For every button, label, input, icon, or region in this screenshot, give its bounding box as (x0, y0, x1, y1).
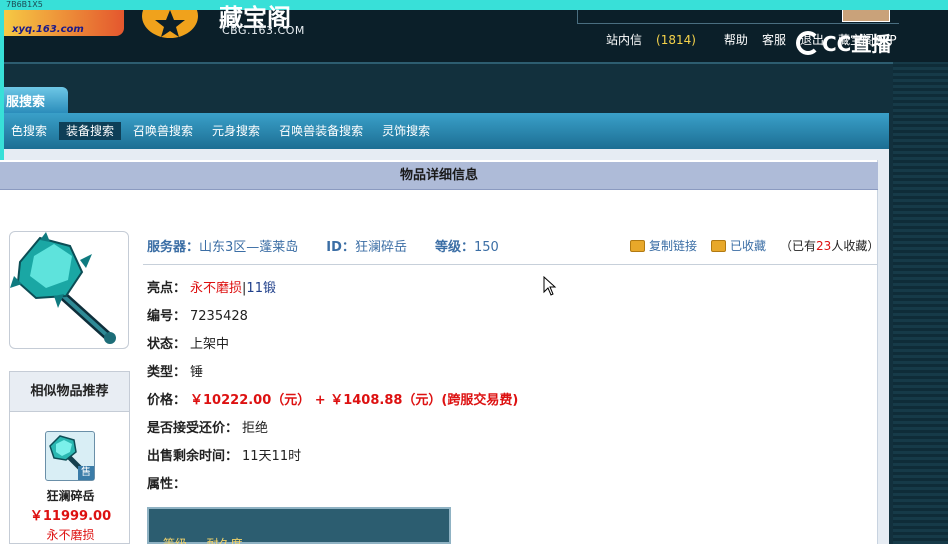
id-info: ID：狂澜碎岳 (326, 236, 407, 255)
subnav-item-role-search[interactable]: 色搜索 (4, 122, 54, 140)
id-value: 狂澜碎岳 (354, 240, 407, 255)
mouse-cursor-icon (543, 276, 557, 296)
highlight-value-2: 11锻 (246, 281, 276, 296)
price-row: 价格： ￥10222.00（元） + ￥1408.88（元）(跨服交易费) (147, 389, 518, 408)
counteroffer-label: 是否接受还价： (147, 421, 239, 436)
detail-title: 物品详细信息 (0, 162, 878, 190)
item-summary: 服务器：山东3区—蓬莱岛 ID：狂澜碎岳 等级：150 (147, 236, 527, 255)
game-logo[interactable]: xyq.163.com (4, 10, 124, 36)
level-label: 等级： (434, 240, 474, 255)
support-link[interactable]: 客服 (762, 31, 786, 48)
game-logo-url: xyq.163.com (12, 24, 84, 35)
type-label: 类型： (147, 365, 187, 380)
highlight-row: 亮点： 永不磨损 | 11锻 (147, 277, 276, 296)
site-url: CBG.163.COM (222, 24, 305, 37)
item-actions: 复制链接 已收藏 （已有23人收藏） (630, 237, 879, 254)
copy-link-label: 复制链接 (649, 239, 698, 253)
favorite-icon (711, 239, 727, 252)
number-label: 编号： (147, 309, 187, 324)
number-row: 编号： 7235428 (147, 305, 248, 324)
counteroffer-row: 是否接受还价： 拒绝 (147, 417, 268, 436)
copy-link-button[interactable]: 复制链接 (630, 237, 697, 254)
server-value: 山东3区—蓬莱岛 (199, 240, 299, 255)
tab-server-search[interactable]: 服搜索 (4, 87, 68, 113)
inbox-label: 站内信 (606, 33, 643, 47)
type-value: 锤 (190, 365, 204, 380)
fav-prefix: （已有 (780, 239, 817, 253)
cc-watermark-text: CC直播 (822, 32, 892, 56)
inbox-count: (1814) (656, 33, 696, 47)
subnav-item-pet-equipment-search[interactable]: 召唤兽装备搜索 (272, 122, 370, 140)
fav-count-number: 23 (816, 239, 832, 253)
overlay-label: 7B6B1X5 (6, 0, 43, 9)
copy-link-icon (630, 239, 645, 252)
price-label: 价格： (147, 393, 187, 408)
star-logo-icon (142, 10, 198, 38)
properties-box: 等级 … 耐久度 … (147, 507, 451, 544)
subnav-item-accessory-search[interactable]: 灵饰搜索 (375, 122, 437, 140)
fav-suffix: 人收藏） (831, 239, 880, 253)
properties-preview: 等级 … 耐久度 … (163, 537, 259, 544)
favorite-count: （已有23人收藏） (780, 237, 879, 254)
status-value: 上架中 (190, 337, 230, 352)
id-label: ID： (326, 240, 355, 255)
level-value: 150 (473, 240, 499, 255)
counteroffer-value: 拒绝 (242, 421, 269, 436)
remaining-time-row: 出售剩余时间： 11天11时 (147, 445, 301, 464)
similar-item-highlight: 永不磨损 (46, 528, 95, 542)
favorite-label: 已收藏 (730, 239, 767, 253)
help-link[interactable]: 帮助 (724, 31, 748, 48)
properties-row: 属性： (147, 473, 190, 492)
detail-card (0, 160, 878, 544)
cc-watermark: CC直播 (796, 28, 891, 57)
similar-item-price: ￥11999.00 (29, 509, 112, 524)
subnav-item-spirit-search[interactable]: 元身搜索 (205, 122, 267, 140)
sale-badge: 售 (78, 466, 94, 480)
item-image (9, 231, 129, 349)
cc-ring-icon (796, 30, 820, 55)
level-info: 等级：150 (435, 236, 499, 255)
favorite-button[interactable]: 已收藏 (711, 237, 766, 254)
remaining-time-value: 11天11时 (242, 449, 302, 464)
hammer-icon (10, 232, 116, 344)
highlight-value-1: 永不磨损 (190, 281, 243, 296)
similar-item-name[interactable]: 狂澜碎岳 (10, 487, 131, 504)
status-label: 状态： (147, 337, 187, 352)
subnav-item-pet-search[interactable]: 召唤兽搜索 (126, 122, 200, 140)
server-info: 服务器：山东3区—蓬莱岛 (147, 236, 298, 255)
similar-item-thumb[interactable]: 售 (45, 431, 95, 481)
summary-divider (143, 264, 877, 265)
number-value: 7235428 (190, 309, 248, 324)
similar-items-panel: 相似物品推荐 售 狂澜碎岳 ￥11999.00 永不磨损 (9, 371, 130, 544)
price-value: ￥10222.00（元） + ￥1408.88（元）(跨服交易费) (190, 393, 519, 408)
avatar[interactable] (842, 10, 890, 22)
frame-right-stripes (893, 62, 948, 544)
properties-label: 属性： (147, 477, 187, 492)
highlight-label: 亮点： (147, 281, 187, 296)
type-row: 类型： 锤 (147, 361, 203, 380)
inbox-link[interactable]: 站内信 (1814) (606, 31, 710, 48)
frame-divider (4, 62, 894, 64)
search-subnav: 色搜索 装备搜索 召唤兽搜索 元身搜索 召唤兽装备搜索 灵饰搜索 (4, 113, 889, 149)
status-row: 状态： 上架中 (147, 333, 229, 352)
subnav-item-equipment-search[interactable]: 装备搜索 (59, 122, 122, 140)
top-accent-bar (0, 0, 948, 10)
server-label: 服务器： (147, 240, 200, 255)
remaining-time-label: 出售剩余时间： (147, 449, 239, 464)
similar-items-title: 相似物品推荐 (10, 372, 129, 412)
